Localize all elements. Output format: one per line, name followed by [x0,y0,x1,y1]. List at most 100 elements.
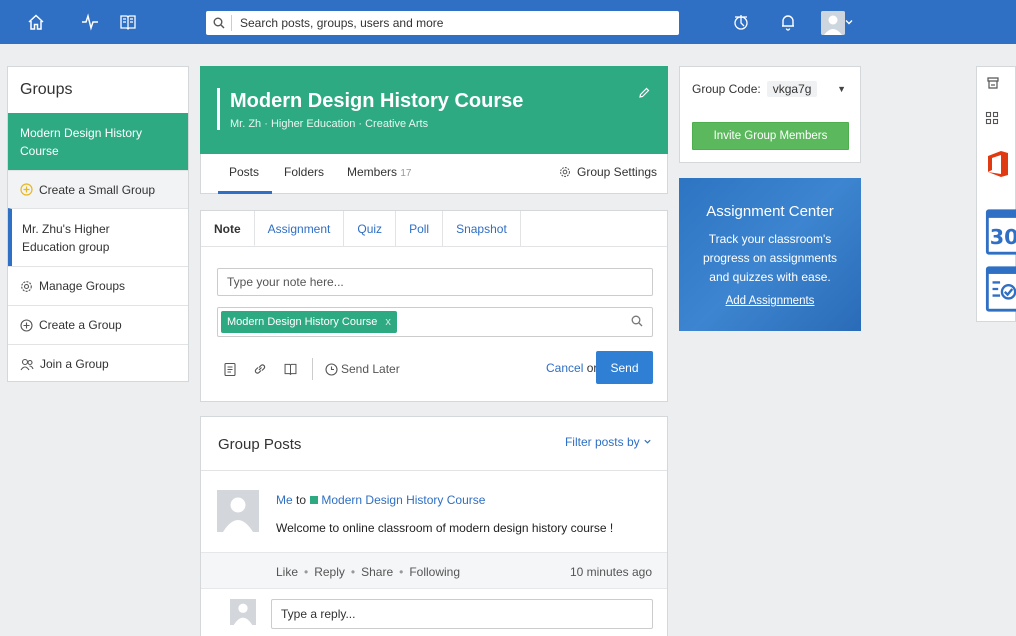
group-tabs: Posts Folders Members 17 Group Settings [200,154,668,194]
composer-tab-poll[interactable]: Poll [396,211,444,246]
tab-members-label: Members [347,165,398,179]
bell-icon[interactable] [776,10,800,34]
group-color-icon [310,496,319,504]
plus-circle-icon [20,318,33,332]
send-button[interactable]: Send [596,351,653,384]
apps-grid-icon[interactable] [977,111,1016,125]
chevron-down-icon[interactable] [842,10,856,34]
users-icon [20,358,34,371]
attach-file-icon[interactable] [223,362,237,377]
post-to-text: to [296,493,307,507]
post-header: Me to Modern Design History Course [276,493,485,507]
groups-sidebar: Groups Modern Design History Course Crea… [7,66,189,382]
chevron-down-icon [643,435,652,449]
reply-link[interactable]: Reply [314,565,345,579]
create-group-label: Create a Group [39,318,122,332]
join-group-link[interactable]: Join a Group [8,344,188,383]
checklist-icon[interactable] [977,264,1016,314]
apps-sidebar: 30 [976,66,1016,322]
active-tab-underline [218,191,272,194]
composer-tab-quiz[interactable]: Quiz [344,211,397,246]
composer-tab-assignment[interactable]: Assignment [255,211,345,246]
caret-down-icon[interactable]: ▼ [837,84,846,94]
composer-tab-snapshot[interactable]: Snapshot [443,211,521,246]
group-settings-label: Group Settings [577,165,658,179]
group-code-row: Group Code: vkga7g [692,81,818,97]
send-later-button[interactable]: Send Later [325,362,400,376]
post-message: Welcome to online classroom of modern de… [276,521,614,535]
search-icon [631,315,643,330]
assignment-center-text: Track your classroom's progress on assig… [702,232,838,284]
manage-groups-link[interactable]: Manage Groups [8,266,188,305]
send-later-label: Send Later [341,362,400,376]
reply-avatar [230,599,256,625]
add-assignments-link[interactable]: Add Assignments [726,295,815,307]
post-author-link[interactable]: Me [276,493,293,507]
share-link[interactable]: Share [361,565,393,579]
assignment-center-card: Assignment Center Track your classroom's… [679,178,861,331]
post-timestamp: 10 minutes ago [569,565,652,579]
recipient-chip: Modern Design History Course x [221,311,397,333]
gear-icon [20,280,33,293]
tab-members[interactable]: Members 17 [347,165,411,179]
sidebar-item-label: Mr. Zhu's Higher Education group [22,221,110,254]
search-input[interactable] [232,16,662,30]
composer-tab-note[interactable]: Note [201,211,255,246]
recipient-input[interactable]: Modern Design History Course x [217,307,653,337]
following-link[interactable]: Following [409,565,460,579]
filter-posts-dropdown[interactable]: Filter posts by [565,435,652,449]
join-group-label: Join a Group [40,357,109,371]
gear-icon [559,166,571,178]
post-composer: Note Assignment Quiz Poll Snapshot Type … [200,210,668,402]
store-icon[interactable] [977,75,1016,91]
top-nav-bar [0,0,1016,44]
group-subtitle: Mr. Zh · Higher Education · Creative Art… [230,118,429,130]
sidebar-item-modern-design[interactable]: Modern Design History Course [8,113,188,170]
create-small-group-label: Create a Small Group [39,182,156,197]
post-actions: Like • Reply • Share • Following [276,565,461,579]
group-code-value: vkga7g [766,81,818,97]
sidebar-item-label: Modern Design History Course [20,125,143,158]
calendar-number: 30 [990,225,1016,249]
header-accent-bar [217,88,220,130]
cancel-link[interactable]: Cancel [546,361,583,375]
tab-folders[interactable]: Folders [284,165,324,179]
filter-label: Filter posts by [564,435,640,449]
composer-tools: Send Later [223,358,400,380]
library-icon[interactable] [283,362,298,376]
create-group-link[interactable]: Create a Group [8,305,188,344]
search-bar[interactable] [206,11,679,35]
link-icon[interactable] [253,362,267,376]
cancel-area: Cancel or [546,361,597,375]
composer-tabs: Note Assignment Quiz Poll Snapshot [201,211,667,247]
post-author-avatar[interactable] [217,490,259,532]
post-group-link[interactable]: Modern Design History Course [321,493,485,507]
clock-icon [325,362,338,376]
plus-circle-icon [20,183,33,196]
reply-input[interactable]: Type a reply... [271,599,653,629]
search-icon [206,15,232,31]
post-footer: Like • Reply • Share • Following 10 minutes ag… [201,552,667,589]
home-icon[interactable] [24,10,48,34]
assignment-center-title: Assignment Center [706,203,834,220]
activity-icon[interactable] [78,10,102,34]
calendar-icon[interactable]: 30 [977,207,1016,257]
group-title: Modern Design History Course [230,90,524,112]
pencil-icon[interactable] [638,86,650,102]
group-settings-link[interactable]: Group Settings [559,165,657,179]
create-small-group-button[interactable]: Create a Small Group [8,170,188,208]
tool-separator [312,358,313,380]
invite-members-button[interactable]: Invite Group Members [692,122,849,150]
tab-posts[interactable]: Posts [229,165,259,179]
manage-groups-label: Manage Groups [39,279,126,293]
group-code-label: Group Code: [692,82,761,96]
note-input[interactable]: Type your note here... [217,268,653,296]
members-count: 17 [400,168,412,179]
office-icon[interactable] [977,149,1016,179]
book-icon[interactable] [116,10,140,34]
remove-chip-icon[interactable]: x [385,316,391,328]
sidebar-item-mr-zhu-group[interactable]: Mr. Zhu's Higher Education group [8,208,188,266]
recipient-chip-label: Modern Design History Course [227,316,378,328]
like-link[interactable]: Like [276,565,298,579]
backpack-icon[interactable] [729,10,753,34]
